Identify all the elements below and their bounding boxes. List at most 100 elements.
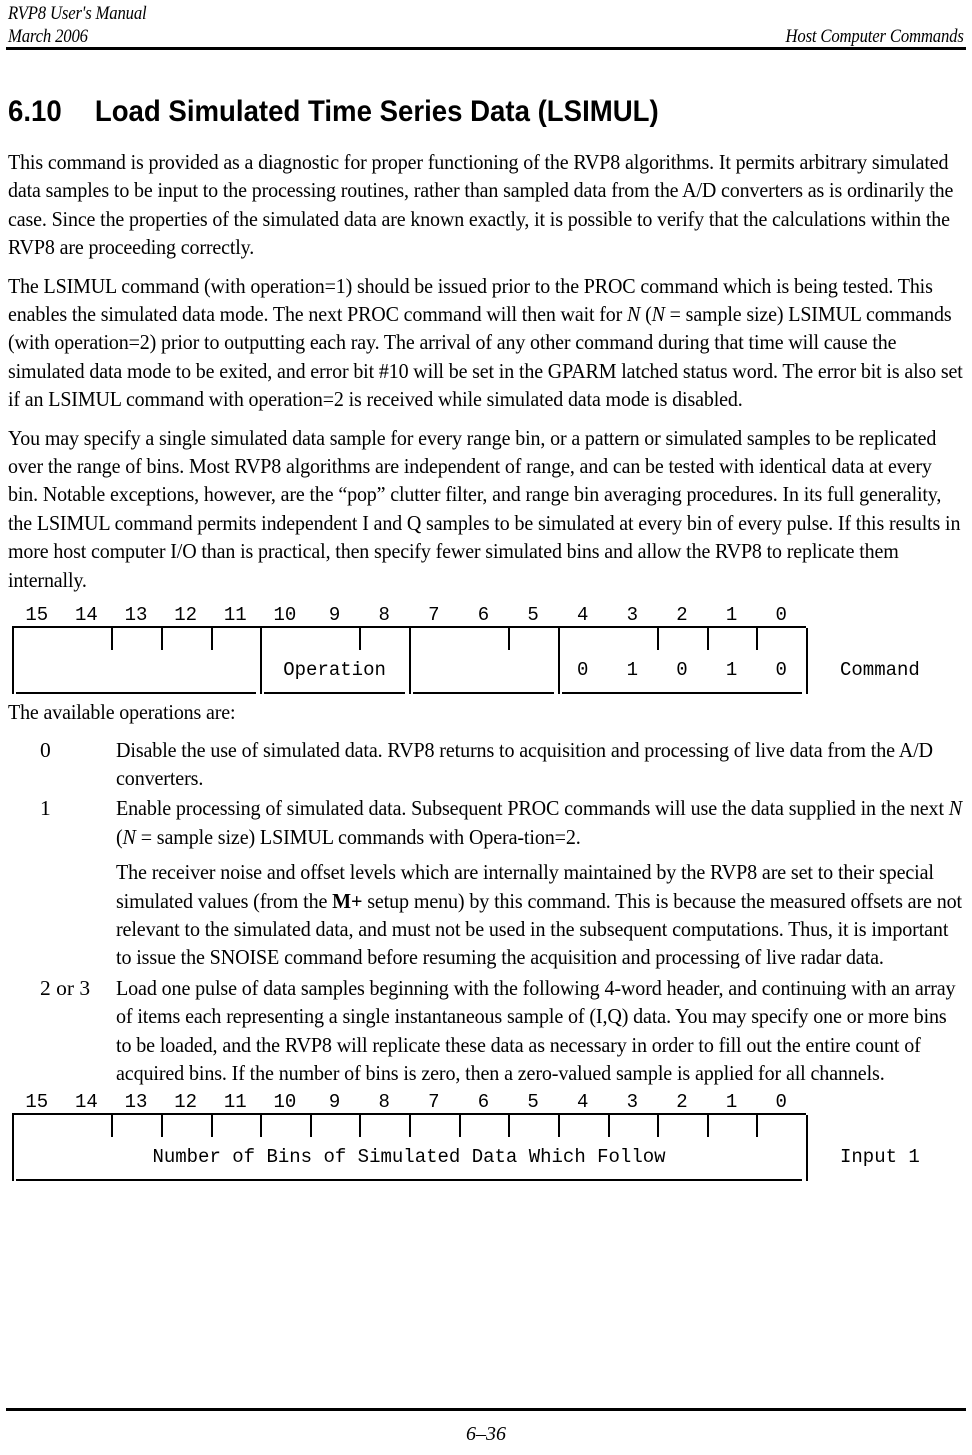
paragraph-generality: You may specify a single simulated data … [8, 425, 961, 592]
field-underline [561, 692, 802, 695]
list-item: 1 Enable processing of simulated data. S… [8, 794, 966, 971]
bit-tick [111, 1115, 114, 1138]
field-underline [16, 1179, 802, 1182]
bit-number-12: 12 [174, 1091, 198, 1114]
operation-key: 1 [40, 796, 51, 821]
operation-description: Load one pulse of data samples beginning… [116, 974, 966, 1088]
bit-tick [359, 628, 362, 651]
bit-tick [260, 1115, 263, 1138]
op1b-menu-key: M+ [332, 888, 363, 913]
command-word-bit-diagram: 15 14 13 12 11 10 9 8 7 6 5 4 3 2 1 0 Operation 0 1 0 1 0 Comm… [8, 604, 966, 696]
bit-tick [557, 1115, 560, 1138]
bit-number-4: 4 [576, 1091, 589, 1114]
bit-number-10: 10 [273, 1091, 297, 1114]
bit-number-1: 1 [725, 1091, 738, 1114]
bit-number-15: 15 [25, 604, 49, 627]
bit-number-4: 4 [576, 604, 589, 627]
header-line-one: RVP8 User's Manual [8, 2, 964, 25]
field-separator [409, 628, 411, 695]
p2-var-n2: N [651, 302, 665, 327]
page-number: 6–36 [466, 1423, 506, 1445]
operation-key: 0 [40, 737, 51, 762]
bit-number-11: 11 [223, 604, 247, 627]
input-word-bit-diagram: 15 14 13 12 11 10 9 8 7 6 5 4 3 2 1 0 Number of Bins of … [8, 1091, 966, 1183]
bit-number-0: 0 [775, 1091, 787, 1114]
footer-rule [6, 1408, 966, 1411]
manual-date: March 2006 [8, 26, 88, 47]
operations-list: 0 Disable the use of simulated data. RVP… [8, 736, 966, 1088]
operation-key: 2 or 3 [40, 975, 91, 1000]
bit-number-14: 14 [75, 1091, 98, 1114]
bit-value-2: 0 [676, 659, 688, 682]
bit-tick [210, 1115, 213, 1138]
bit-number-14: 14 [75, 604, 98, 627]
bit-tick [657, 628, 660, 651]
bit-number-7: 7 [428, 604, 440, 627]
bit-tick [111, 628, 114, 651]
bit-number-3: 3 [626, 1091, 639, 1114]
bit-number-9: 9 [328, 1091, 341, 1114]
field-label: Operation [283, 659, 386, 682]
diagram-left-border [12, 628, 14, 695]
bit-tick [160, 1115, 163, 1138]
p2-part-b: ( [640, 302, 652, 327]
diagram-right-border [806, 628, 808, 695]
section-title: Load Simulated Time Series Data (LSIMUL) [94, 95, 659, 128]
field-label: Number of Bins of Simulated Data Which F… [152, 1146, 666, 1169]
list-item: 2 or 3 Load one pulse of data samples be… [8, 974, 966, 1088]
bit-number-1: 1 [725, 604, 738, 627]
bit-number-8: 8 [378, 604, 390, 627]
bit-tick [756, 628, 759, 651]
operation-description: Enable processing of simulated data. Sub… [116, 794, 966, 971]
header-rule [6, 47, 966, 50]
bit-number-10: 10 [273, 604, 297, 627]
bit-number-13: 13 [124, 1091, 148, 1114]
bit-tick [210, 628, 213, 651]
operation-0-text: Disable the use of simulated data. RVP8 … [116, 737, 933, 790]
op1-part-a: Enable processing of simulated data. Sub… [116, 796, 949, 821]
bit-tick [607, 1115, 610, 1138]
manual-title: RVP8 User's Manual [8, 3, 147, 24]
field-underline [413, 692, 554, 695]
bit-value-0: 0 [775, 659, 787, 682]
bit-number-13: 13 [124, 604, 148, 627]
bit-tick [160, 628, 163, 651]
chapter-title: Host Computer Commands [785, 26, 964, 47]
bit-tick [359, 1115, 362, 1138]
bit-number-7: 7 [428, 1091, 440, 1114]
bit-tick [508, 628, 511, 651]
page-title: 6.10 Load Simulated Time Series Data (LSI… [8, 95, 659, 129]
bit-tick [706, 1115, 709, 1138]
bit-number-15: 15 [25, 1091, 49, 1114]
field-underline [16, 692, 257, 695]
bit-tick [458, 1115, 461, 1138]
bit-tick [409, 1115, 411, 1138]
word-role-label: Input 1 [840, 1146, 920, 1169]
bit-tick [309, 1115, 312, 1138]
operation-2-text: Load one pulse of data samples beginning… [116, 975, 956, 1085]
diagram-right-border [806, 1115, 808, 1182]
list-item: 0 Disable the use of simulated data. RVP… [8, 736, 966, 793]
bit-number-12: 12 [174, 604, 198, 627]
op1-part-c: = sample size) LSIMUL commands with Oper… [135, 824, 581, 849]
word-role-label: Command [840, 659, 920, 682]
bit-number-2: 2 [676, 1091, 688, 1114]
operation-1-text-second: The receiver noise and offset levels whi… [116, 858, 966, 972]
bit-number-5: 5 [527, 604, 539, 627]
bit-number-5: 5 [527, 1091, 539, 1114]
paragraph-usage: The LSIMUL command (with operation=1) sh… [8, 272, 966, 414]
bit-number-8: 8 [378, 1091, 390, 1114]
bit-number-2: 2 [676, 604, 688, 627]
bit-number-11: 11 [223, 1091, 247, 1114]
document-body: This command is provided as a diagnostic… [8, 148, 966, 1185]
bit-number-3: 3 [626, 604, 639, 627]
page-header: RVP8 User's Manual March 2006 Host Compu… [8, 2, 964, 48]
bit-number-0: 0 [775, 604, 787, 627]
bit-value-3: 1 [626, 659, 639, 682]
field-underline [264, 692, 405, 695]
paragraph-operations-lead: The available operations are: [8, 700, 236, 725]
bit-number-6: 6 [477, 604, 490, 627]
paragraph-intro: This command is provided as a diagnostic… [8, 150, 954, 260]
bit-tick [657, 1115, 660, 1138]
bit-value-4: 0 [576, 659, 589, 682]
